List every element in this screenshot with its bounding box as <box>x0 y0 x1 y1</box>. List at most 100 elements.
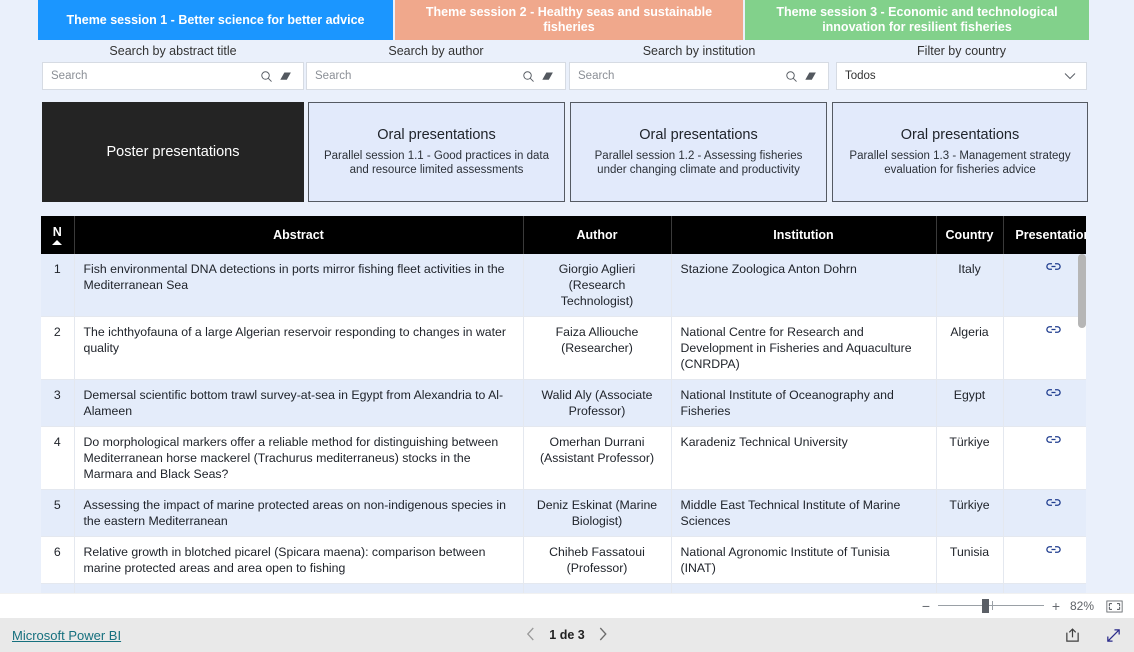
eraser-icon[interactable] <box>800 70 822 83</box>
sort-ascending-icon <box>52 240 63 245</box>
table-scrollbar-thumb[interactable] <box>1078 254 1086 328</box>
column-header-country[interactable]: Country <box>936 216 1004 254</box>
zoom-slider-tick <box>991 601 993 610</box>
cell-author: Chiheb Fassatoui (Professor) <box>523 536 672 584</box>
table-row[interactable]: 7 Modeling the distribution of blackspot… <box>41 583 1086 593</box>
cell-presentation[interactable] <box>1003 489 1086 537</box>
search-icon[interactable] <box>257 70 275 83</box>
cell-institution: Middle East Technical Institute of Marin… <box>671 489 937 537</box>
link-icon[interactable] <box>1045 387 1062 399</box>
search-icon[interactable] <box>782 70 800 83</box>
table-row[interactable]: 5 Assessing the impact of marine protect… <box>41 489 1086 537</box>
powerbi-brand-link[interactable]: Microsoft Power BI <box>12 628 121 643</box>
column-header-abstract[interactable]: Abstract <box>74 216 524 254</box>
table-row[interactable]: 4 Do morphological markers offer a relia… <box>41 426 1086 490</box>
fit-to-screen-icon[interactable] <box>1104 600 1124 613</box>
column-header-presentation[interactable]: Presentation <box>1003 216 1086 254</box>
footer-actions <box>1064 627 1122 644</box>
tab-theme-session-2[interactable]: Theme session 2 - Healthy seas and susta… <box>395 0 743 40</box>
table-row[interactable]: 3 Demersal scientific bottom trawl surve… <box>41 379 1086 427</box>
cell-institution: Karadeniz Technical University <box>671 426 937 490</box>
filter-author: Search by author Search <box>306 40 566 90</box>
search-icon[interactable] <box>519 70 537 83</box>
zoom-slider-handle[interactable] <box>981 599 989 613</box>
cell-institution: National Institute of Oceanography and F… <box>671 379 937 427</box>
previous-page-button[interactable] <box>526 627 535 644</box>
filter-bar: Search by abstract title Search Search b… <box>0 40 1134 98</box>
link-icon[interactable] <box>1045 434 1062 446</box>
abstracts-table: N Abstract Author Institution Country Pr… <box>41 216 1086 593</box>
zoom-out-button[interactable]: − <box>918 599 934 613</box>
tab-theme-session-1[interactable]: Theme session 1 - Better science for bet… <box>38 0 393 40</box>
cell-author: Faiza Alliouche (Researcher) <box>523 316 672 380</box>
cell-country: Algeria <box>936 316 1004 380</box>
search-institution-box[interactable]: Search <box>569 62 829 90</box>
table-row[interactable]: 6 Relative growth in blotched picarel (S… <box>41 536 1086 584</box>
search-author-box[interactable]: Search <box>306 62 566 90</box>
link-icon[interactable] <box>1045 261 1062 273</box>
cell-country: Italy <box>936 254 1004 317</box>
table-row[interactable]: 2 The ichthyofauna of a large Algerian r… <box>41 316 1086 380</box>
theme-session-tabs: Theme session 1 - Better science for bet… <box>0 0 1134 40</box>
cell-country: Tunisia <box>936 536 1004 584</box>
filter-country-label: Filter by country <box>917 44 1006 58</box>
link-icon[interactable] <box>1045 544 1062 556</box>
zoom-slider[interactable] <box>937 599 1044 613</box>
column-header-institution[interactable]: Institution <box>671 216 937 254</box>
fullscreen-icon[interactable] <box>1105 627 1122 644</box>
cell-presentation[interactable] <box>1003 583 1086 593</box>
cell-institution: National Agronomic Institute of Tunisia … <box>671 536 937 584</box>
eraser-icon[interactable] <box>537 70 559 83</box>
zoom-in-button[interactable]: + <box>1048 599 1064 613</box>
cell-n: 2 <box>41 316 75 380</box>
cell-abstract: Do morphological markers offer a reliabl… <box>74 426 524 490</box>
cell-abstract: Modeling the distribution of blackspot s… <box>74 583 524 593</box>
zoom-percent-label: 82% <box>1069 599 1094 613</box>
cell-abstract: Fish environmental DNA detections in por… <box>74 254 524 317</box>
tabs-right-gutter <box>1089 0 1134 40</box>
card-oral-session-1-1[interactable]: Oral presentations Parallel session 1.1 … <box>308 102 565 202</box>
card-oral-session-1-3[interactable]: Oral presentations Parallel session 1.3 … <box>832 102 1088 202</box>
cell-presentation[interactable] <box>1003 254 1086 317</box>
country-dropdown[interactable]: Todos <box>836 62 1087 90</box>
cell-abstract: Demersal scientific bottom trawl survey-… <box>74 379 524 427</box>
cell-institution: National Centre for Research and Develop… <box>671 316 937 380</box>
cell-author: Omerhan Durrani (Assistant Professor) <box>523 426 672 490</box>
page-indicator: 1 de 3 <box>549 628 585 642</box>
chevron-down-icon[interactable] <box>1060 71 1080 81</box>
search-institution-input[interactable]: Search <box>578 70 782 82</box>
filter-abstract-title: Search by abstract title Search <box>42 40 304 90</box>
cell-presentation[interactable] <box>1003 426 1086 490</box>
cell-presentation[interactable] <box>1003 536 1086 584</box>
next-page-button[interactable] <box>599 627 608 644</box>
link-icon[interactable] <box>1045 497 1062 509</box>
share-icon[interactable] <box>1064 627 1081 643</box>
search-abstract-title-box[interactable]: Search <box>42 62 304 90</box>
report-canvas: Theme session 1 - Better science for bet… <box>0 0 1134 600</box>
cell-presentation[interactable] <box>1003 379 1086 427</box>
column-header-n[interactable]: N <box>41 216 75 254</box>
abstracts-table-grid: N Abstract Author Institution Country Pr… <box>41 216 1086 593</box>
filter-institution: Search by institution Search <box>569 40 829 90</box>
cell-presentation[interactable] <box>1003 316 1086 380</box>
card-oral-1-1-subtitle: Parallel session 1.1 - Good practices in… <box>323 150 549 176</box>
card-poster-presentations[interactable]: Poster presentations <box>42 102 304 202</box>
zoom-bar: − + 82% <box>0 593 1134 618</box>
search-author-input[interactable]: Search <box>315 70 519 82</box>
table-row[interactable]: 1 Fish environmental DNA detections in p… <box>41 254 1086 317</box>
filter-author-label: Search by author <box>388 44 484 58</box>
presentation-type-cards: Poster presentations Oral presentations … <box>0 98 1134 210</box>
country-dropdown-value: Todos <box>845 70 876 82</box>
tab-theme-session-3[interactable]: Theme session 3 - Economic and technolog… <box>745 0 1089 40</box>
column-header-author[interactable]: Author <box>523 216 672 254</box>
card-oral-session-1-2[interactable]: Oral presentations Parallel session 1.2 … <box>570 102 827 202</box>
cell-n: 6 <box>41 536 75 584</box>
search-abstract-title-input[interactable]: Search <box>51 70 257 82</box>
cell-n: 1 <box>41 254 75 317</box>
eraser-icon[interactable] <box>275 70 297 83</box>
card-oral-1-3-title: Oral presentations <box>900 127 1020 143</box>
report-footer: Microsoft Power BI 1 de 3 <box>0 618 1134 652</box>
column-header-n-label: N <box>52 225 62 239</box>
card-oral-1-1-title: Oral presentations <box>377 127 496 143</box>
link-icon[interactable] <box>1045 324 1062 336</box>
